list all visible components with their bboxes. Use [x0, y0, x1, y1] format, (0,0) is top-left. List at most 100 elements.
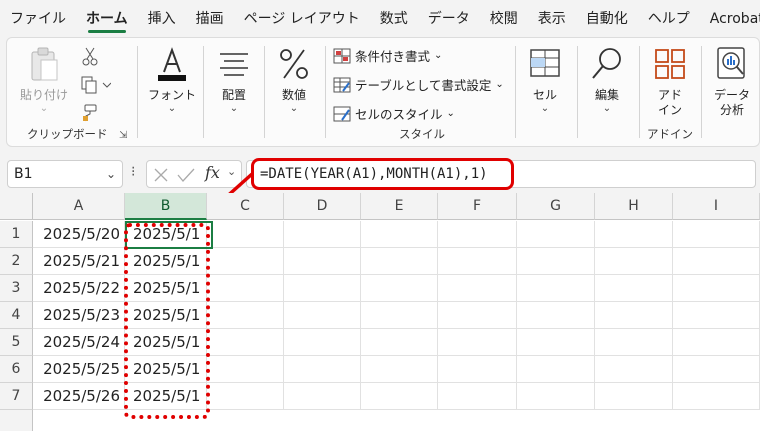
cell-a6[interactable]: 2025/5/25: [33, 356, 125, 383]
dialog-launcher-icon[interactable]: ⇲: [119, 130, 127, 141]
cell-b4[interactable]: 2025/5/1: [125, 302, 207, 329]
tab-10[interactable]: ヘルプ: [638, 0, 700, 36]
cell-i2[interactable]: [673, 248, 760, 275]
column-header-b[interactable]: B: [125, 193, 207, 220]
insert-function-icon[interactable]: fx: [205, 163, 220, 182]
cell-d4[interactable]: [284, 302, 361, 329]
row-header[interactable]: [0, 410, 33, 431]
row-header[interactable]: 4: [0, 302, 33, 329]
cell-e4[interactable]: [361, 302, 438, 329]
column-header-c[interactable]: C: [207, 193, 284, 220]
cell-g3[interactable]: [517, 275, 595, 302]
format-painter-icon[interactable]: [81, 104, 99, 126]
cell-g2[interactable]: [517, 248, 595, 275]
cell-e7[interactable]: [361, 383, 438, 410]
cell-e1[interactable]: [361, 221, 438, 248]
tab-2[interactable]: 挿入: [138, 0, 186, 36]
cell-f3[interactable]: [438, 275, 517, 302]
cell-i5[interactable]: [673, 329, 760, 356]
cell-h5[interactable]: [595, 329, 673, 356]
column-header-e[interactable]: E: [361, 193, 438, 220]
cancel-icon[interactable]: [153, 167, 169, 183]
select-all-corner[interactable]: [0, 193, 33, 220]
conditional-formatting-button[interactable]: 条件付き書式 ⌄: [333, 46, 442, 65]
tab-0[interactable]: ファイル: [0, 0, 76, 36]
cell-a3[interactable]: 2025/5/22: [33, 275, 125, 302]
tab-6[interactable]: データ: [418, 0, 480, 36]
cell-f7[interactable]: [438, 383, 517, 410]
cell-c6[interactable]: [207, 356, 284, 383]
column-header-a[interactable]: A: [33, 193, 125, 220]
cell-i4[interactable]: [673, 302, 760, 329]
tab-9[interactable]: 自動化: [576, 0, 638, 36]
row-header[interactable]: 7: [0, 383, 33, 410]
cell-e6[interactable]: [361, 356, 438, 383]
cell-b2[interactable]: 2025/5/1: [125, 248, 207, 275]
cell-h7[interactable]: [595, 383, 673, 410]
format-as-table-button[interactable]: テーブルとして書式設定 ⌄: [333, 75, 504, 94]
tab-1[interactable]: ホーム: [76, 0, 138, 36]
cell-styles-button[interactable]: セルのスタイル ⌄: [333, 104, 455, 123]
cell-b5[interactable]: 2025/5/1: [125, 329, 207, 356]
name-box[interactable]: B1 ⌄: [7, 160, 123, 188]
cell-h3[interactable]: [595, 275, 673, 302]
cell-i1[interactable]: [673, 221, 760, 248]
cell-i7[interactable]: [673, 383, 760, 410]
cell-f6[interactable]: [438, 356, 517, 383]
cell-f2[interactable]: [438, 248, 517, 275]
cells-button[interactable]: セル ⌄: [522, 44, 568, 115]
cell-i3[interactable]: [673, 275, 760, 302]
cell-c4[interactable]: [207, 302, 284, 329]
cell-g5[interactable]: [517, 329, 595, 356]
cell-d6[interactable]: [284, 356, 361, 383]
cell-g6[interactable]: [517, 356, 595, 383]
column-header-d[interactable]: D: [284, 193, 361, 220]
row-header[interactable]: 2: [0, 248, 33, 275]
cell-f5[interactable]: [438, 329, 517, 356]
enter-icon[interactable]: [177, 167, 195, 183]
cell-h2[interactable]: [595, 248, 673, 275]
cell-a4[interactable]: 2025/5/23: [33, 302, 125, 329]
cell-a1[interactable]: 2025/5/20: [33, 221, 125, 248]
copy-icon[interactable]: [81, 76, 112, 98]
column-header-f[interactable]: F: [438, 193, 517, 220]
cell-b6[interactable]: 2025/5/1: [125, 356, 207, 383]
cell-d2[interactable]: [284, 248, 361, 275]
cell-g1[interactable]: [517, 221, 595, 248]
cell-a2[interactable]: 2025/5/21: [33, 248, 125, 275]
cell-g7[interactable]: [517, 383, 595, 410]
cell-f4[interactable]: [438, 302, 517, 329]
cell-d7[interactable]: [284, 383, 361, 410]
cell-e2[interactable]: [361, 248, 438, 275]
row-header[interactable]: 3: [0, 275, 33, 302]
row-header[interactable]: 6: [0, 356, 33, 383]
cell-d3[interactable]: [284, 275, 361, 302]
column-header-g[interactable]: G: [517, 193, 595, 220]
cell-d1[interactable]: [284, 221, 361, 248]
cell-b3[interactable]: 2025/5/1: [125, 275, 207, 302]
cell-e5[interactable]: [361, 329, 438, 356]
column-header-h[interactable]: H: [595, 193, 673, 220]
font-button[interactable]: フォント ⌄: [147, 44, 197, 115]
cell-d5[interactable]: [284, 329, 361, 356]
cell-g4[interactable]: [517, 302, 595, 329]
cell-c2[interactable]: [207, 248, 284, 275]
cell-h1[interactable]: [595, 221, 673, 248]
cell-h6[interactable]: [595, 356, 673, 383]
tab-4[interactable]: ページ レイアウト: [234, 0, 370, 36]
row-header[interactable]: 5: [0, 329, 33, 356]
cut-icon[interactable]: [81, 46, 99, 70]
cell-i6[interactable]: [673, 356, 760, 383]
cell-e3[interactable]: [361, 275, 438, 302]
cell-a7[interactable]: 2025/5/26: [33, 383, 125, 410]
chevron-down-icon[interactable]: ⌄: [227, 165, 236, 178]
cell-c3[interactable]: [207, 275, 284, 302]
cell-a5[interactable]: 2025/5/24: [33, 329, 125, 356]
cell-c1[interactable]: [207, 221, 284, 248]
cell-c7[interactable]: [207, 383, 284, 410]
cell-b1[interactable]: 2025/5/1: [125, 221, 207, 248]
addins-button[interactable]: アド イン: [645, 44, 695, 118]
more-options-icon[interactable]: ⁝: [131, 164, 135, 180]
tab-8[interactable]: 表示: [528, 0, 576, 36]
row-header[interactable]: 1: [0, 221, 33, 248]
